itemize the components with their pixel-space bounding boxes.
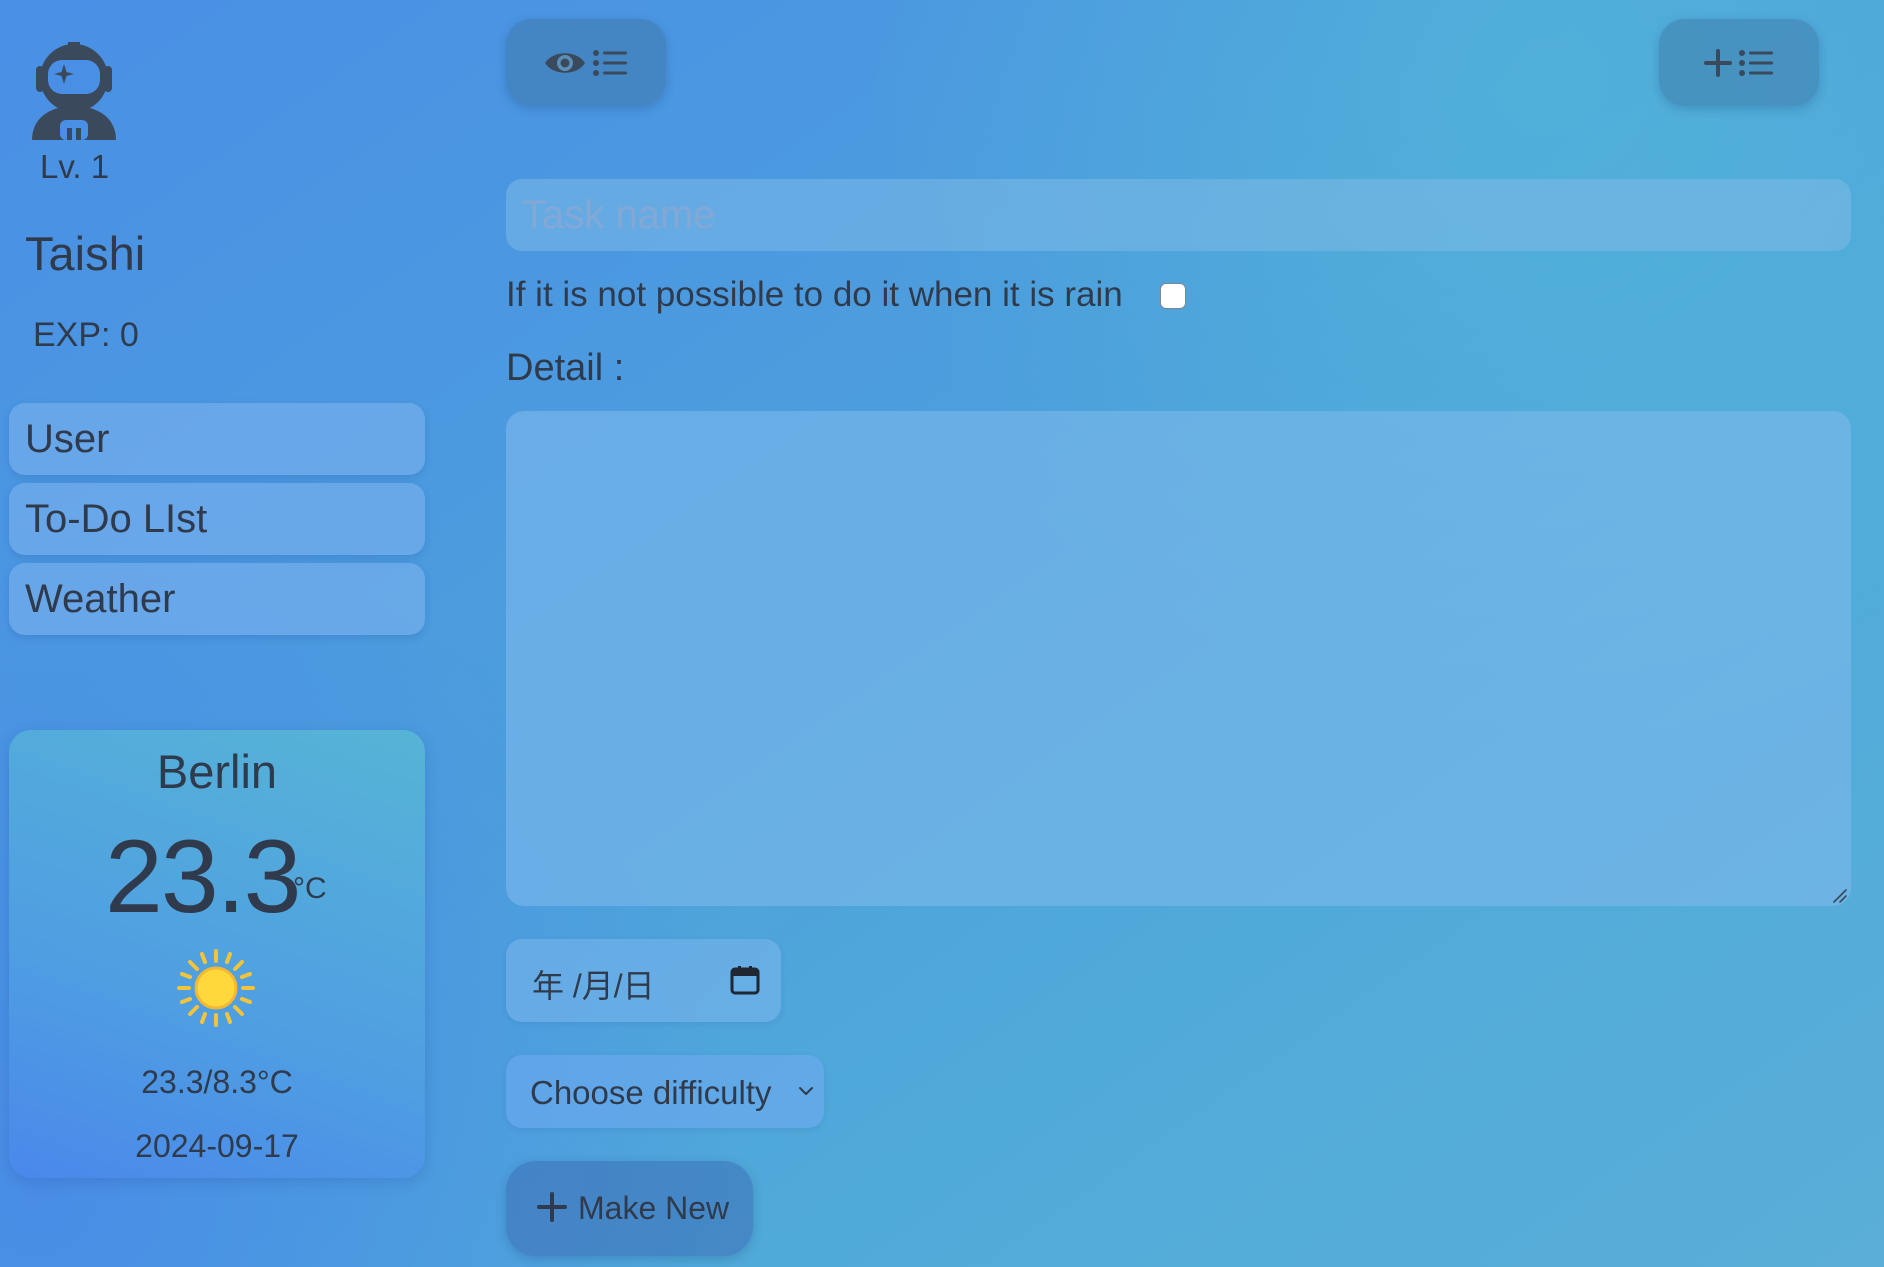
sun-icon [177,949,255,1027]
rain-checkbox-label: If it is not possible to do it when it i… [506,275,1123,314]
detail-textarea[interactable] [506,411,1851,906]
difficulty-selected-value: Choose difficulty [530,1074,772,1111]
view-list-button[interactable] [506,19,666,106]
detail-label: Detail : [506,347,625,389]
plus-icon [537,1192,567,1222]
user-name: Taishi [25,227,146,280]
sidebar-item-weather[interactable]: Weather [9,563,425,635]
user-level: Lv. 1 [40,148,110,185]
list-icon [1739,49,1773,76]
chevron-down-icon [799,1087,813,1095]
rain-checkbox[interactable] [1160,283,1186,309]
eye-icon [545,52,585,73]
resize-handle-icon[interactable] [1832,888,1848,904]
list-icon [593,49,627,76]
task-name-input[interactable] [506,179,1851,251]
calendar-icon[interactable] [730,965,760,995]
make-new-label: Make New [578,1190,730,1226]
sidebar-item-todo-list[interactable]: To-Do LIst [9,483,425,555]
date-placeholder: 年 /月/日 [532,968,655,1004]
add-list-button[interactable] [1659,19,1819,106]
weather-date: 2024-09-17 [135,1128,299,1164]
weather-city: Berlin [156,745,278,798]
plus-icon [1704,48,1732,77]
sidebar-item-user[interactable]: User [9,403,425,475]
weather-unit: °C [293,872,327,905]
weather-range: 23.3/8.3°C [141,1064,293,1100]
user-exp: EXP: 0 [33,316,139,354]
astronaut-avatar-icon [32,42,116,140]
weather-temperature: 23.3 [105,819,301,935]
